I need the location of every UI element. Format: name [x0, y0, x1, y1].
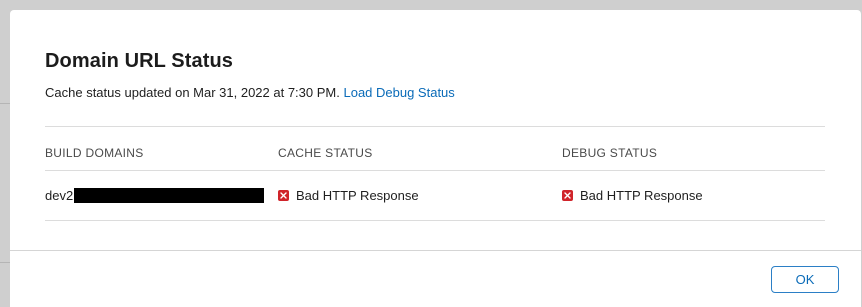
ok-button[interactable]: OK — [771, 266, 839, 293]
domain-url-status-dialog: Domain URL Status Cache status updated o… — [10, 10, 861, 307]
footer-divider — [10, 250, 861, 251]
dialog-body: Domain URL Status Cache status updated o… — [10, 10, 861, 250]
column-header-cache-status: CACHE STATUS — [278, 146, 373, 160]
background-divider — [0, 262, 10, 263]
background-divider — [0, 103, 10, 104]
table-top-divider — [45, 126, 825, 127]
cache-updated-text: Cache status updated on Mar 31, 2022 at … — [45, 85, 340, 100]
error-x-icon — [278, 190, 289, 201]
column-header-build-domains: BUILD DOMAINS — [45, 146, 144, 160]
load-debug-status-link[interactable]: Load Debug Status — [343, 85, 454, 100]
debug-status-text: Bad HTTP Response — [580, 188, 703, 203]
header-divider — [45, 170, 825, 171]
cache-status-text: Bad HTTP Response — [296, 188, 419, 203]
cache-status-cell: Bad HTTP Response — [278, 188, 419, 203]
build-domain-text: dev2 — [45, 188, 74, 203]
table-bottom-divider — [45, 220, 825, 221]
cache-updated-line: Cache status updated on Mar 31, 2022 at … — [45, 85, 455, 100]
column-header-debug-status: DEBUG STATUS — [562, 146, 658, 160]
debug-status-cell: Bad HTTP Response — [562, 188, 703, 203]
error-x-icon — [562, 190, 573, 201]
dialog-title: Domain URL Status — [45, 50, 234, 72]
redacted-block — [74, 188, 265, 203]
build-domain-cell: dev2 — [45, 188, 265, 203]
